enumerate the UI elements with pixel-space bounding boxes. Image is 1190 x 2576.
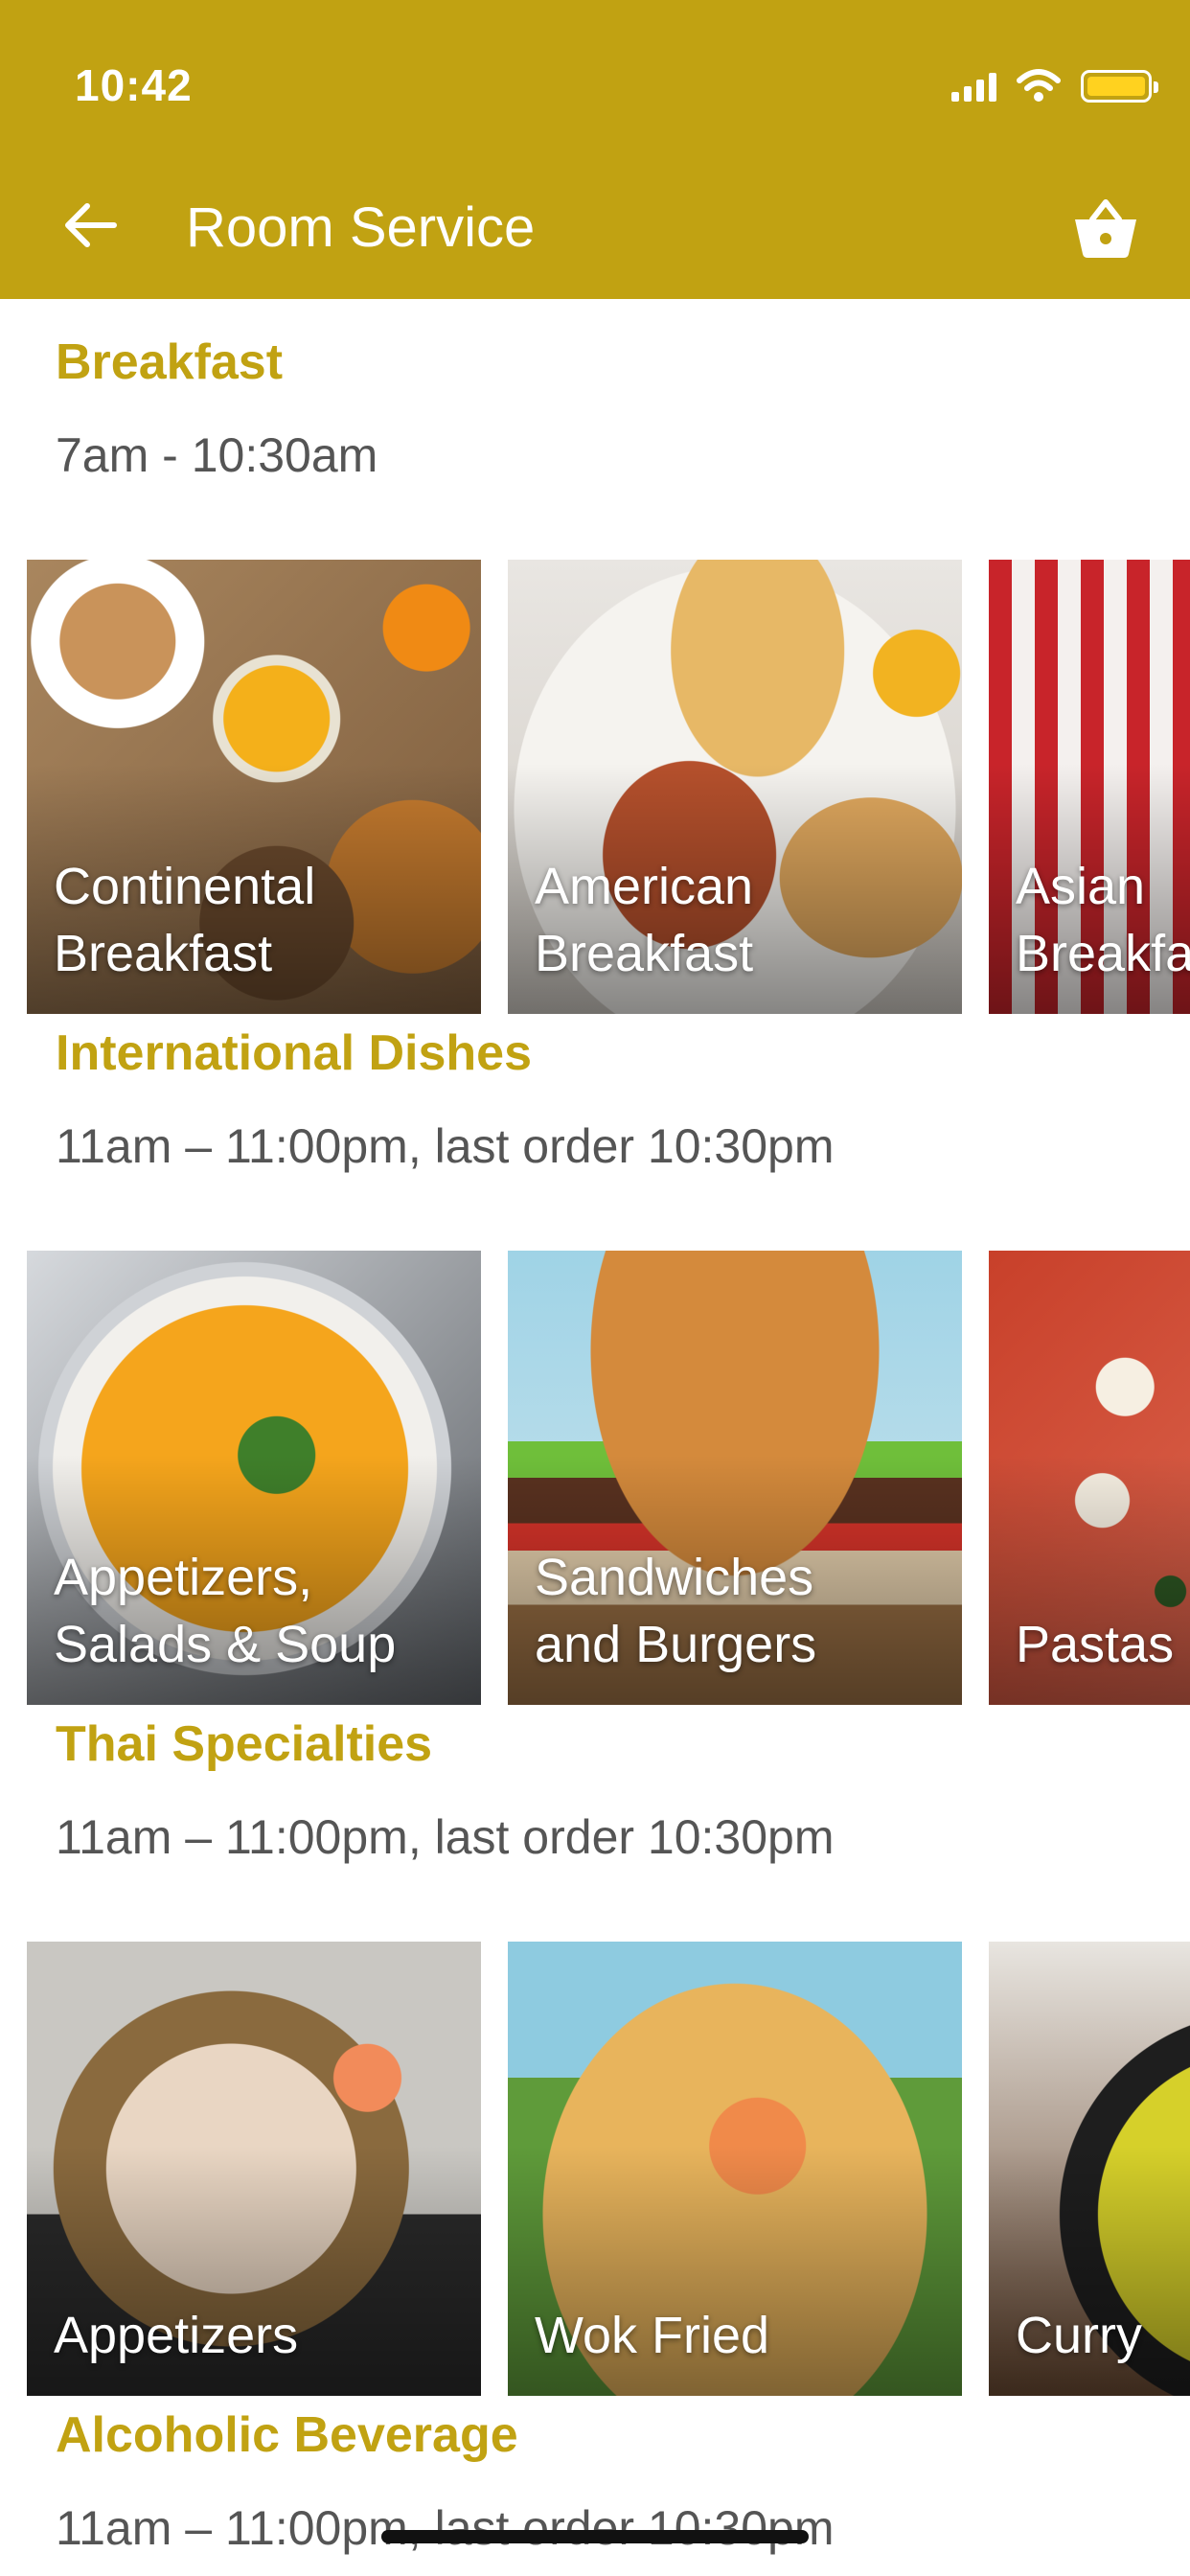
section-hours: 11am – 11:00pm, last order 10:30pm: [56, 1119, 835, 1173]
back-button[interactable]: [54, 190, 125, 261]
status-time: 10:42: [75, 60, 193, 110]
category-carousel[interactable]: Appetizers, Salads & Soup Sandwiches and…: [27, 1251, 1190, 1705]
category-card-thai-appetizers[interactable]: Appetizers: [27, 1942, 481, 2396]
category-label: Pastas: [1016, 1616, 1175, 1673]
arrow-left-icon: [65, 203, 117, 247]
status-icons: [951, 67, 1158, 105]
cart-button[interactable]: [1065, 188, 1146, 268]
category-label: Wok Fried: [535, 2307, 770, 2364]
wifi-icon: [1017, 69, 1061, 102]
category-card-wok-fried[interactable]: Wok Fried: [508, 1942, 962, 2396]
category-card-curry[interactable]: Curry: [989, 1942, 1190, 2396]
category-card-appetizers-salads-soup[interactable]: Appetizers, Salads & Soup: [27, 1251, 481, 1705]
category-label: Sandwiches and Burgers: [535, 1549, 817, 1673]
category-carousel[interactable]: Appetizers Wok Fried Curry: [27, 1942, 1190, 2396]
basket-icon: [1075, 199, 1136, 258]
menu-content[interactable]: Breakfast 7am - 10:30am Continental Brea…: [0, 299, 1190, 2576]
category-label: Curry: [1016, 2307, 1142, 2364]
category-label: American Breakfast: [535, 858, 754, 982]
section-title: Thai Specialties: [56, 1716, 433, 1772]
category-label: Continental Breakfast: [54, 858, 316, 982]
app-header: 10:42 Room Service: [0, 0, 1190, 299]
category-label: Appetizers, Salads & Soup: [54, 1549, 397, 1673]
section-hours: 7am - 10:30am: [56, 428, 378, 482]
category-card-sandwiches-burgers[interactable]: Sandwiches and Burgers: [508, 1251, 962, 1705]
page-title: Room Service: [186, 196, 536, 259]
battery-icon: [1081, 70, 1158, 103]
category-carousel[interactable]: Continental Breakfast American Breakfast…: [27, 560, 1190, 1014]
section-title: Breakfast: [56, 334, 284, 390]
section-hours: 11am – 11:00pm, last order 10:30pm: [56, 2501, 835, 2555]
category-label: Appetizers: [54, 2307, 299, 2364]
category-card-american-breakfast[interactable]: American Breakfast: [508, 560, 962, 1014]
section-title: Alcoholic Beverage: [56, 2407, 518, 2463]
section-hours: 11am – 11:00pm, last order 10:30pm: [56, 1810, 835, 1864]
category-label: Asian Breakfast: [1016, 858, 1190, 982]
cellular-signal-icon: [951, 71, 996, 102]
section-title: International Dishes: [56, 1025, 532, 1081]
category-card-continental-breakfast[interactable]: Continental Breakfast: [27, 560, 481, 1014]
home-indicator[interactable]: [381, 2530, 809, 2543]
category-card-pastas[interactable]: Pastas: [989, 1251, 1190, 1705]
category-card-asian-breakfast[interactable]: Asian Breakfast: [989, 560, 1190, 1014]
